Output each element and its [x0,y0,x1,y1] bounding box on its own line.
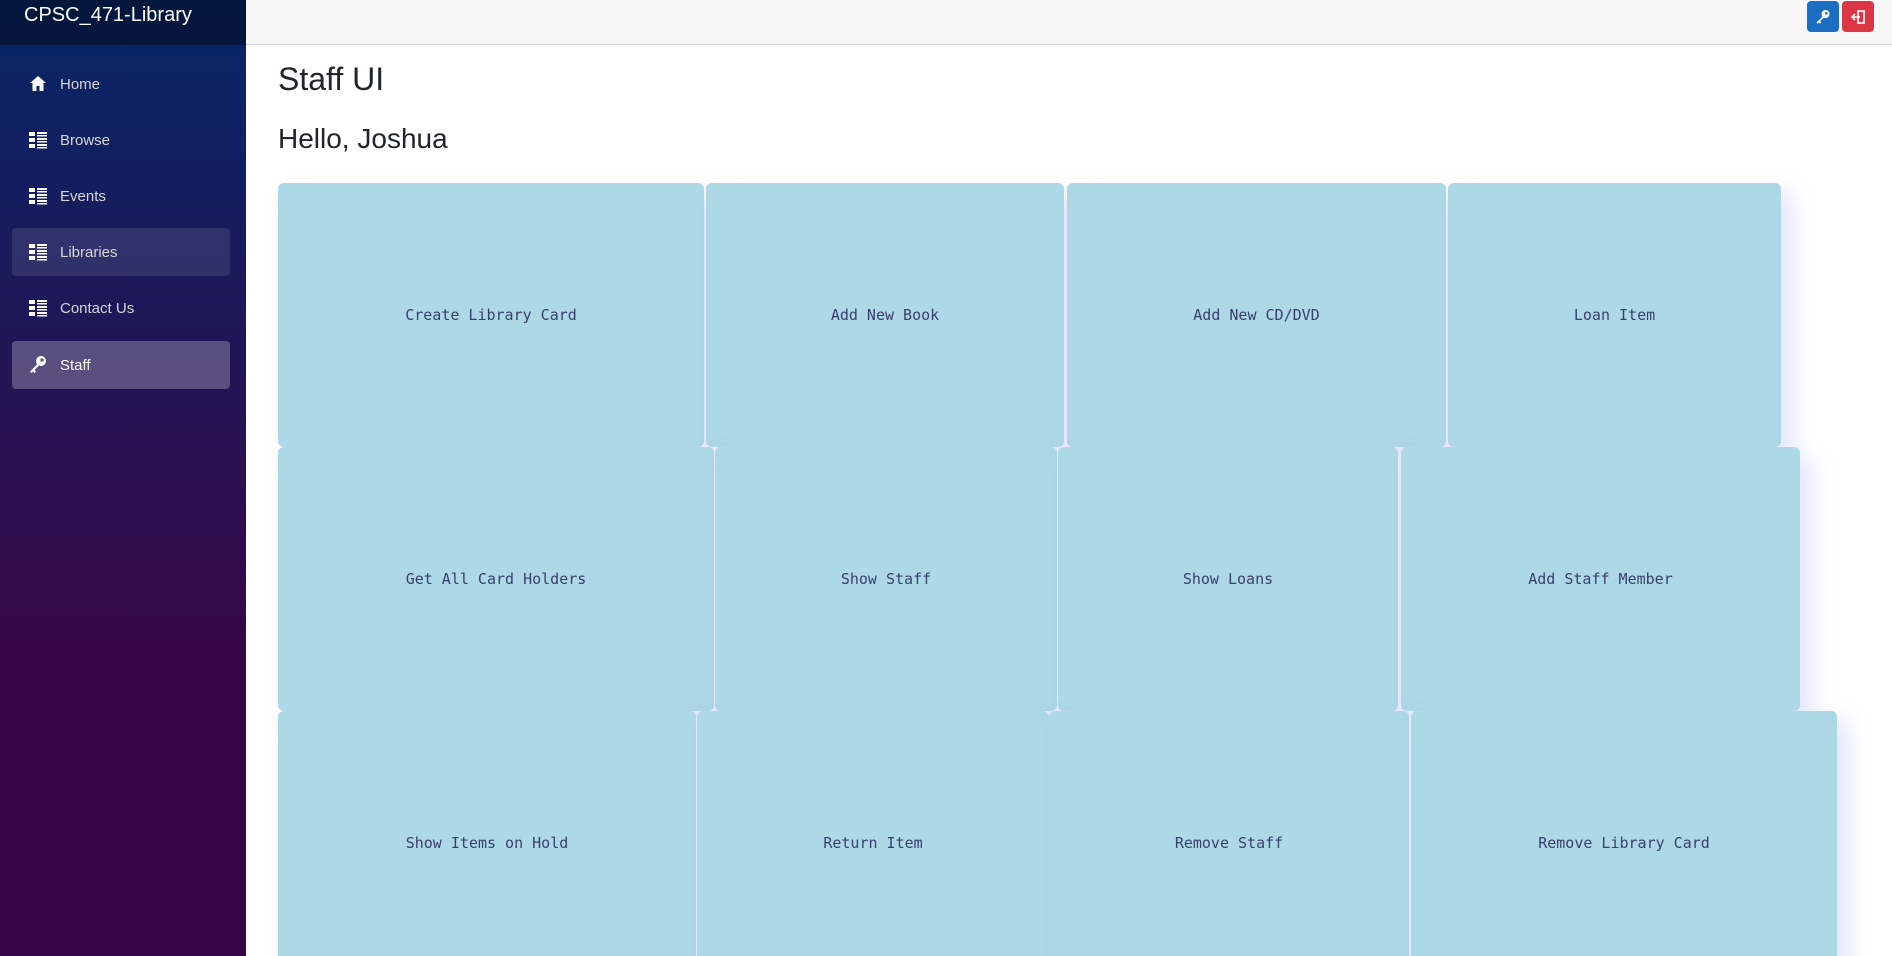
action-label: Remove Staff [1174,834,1284,852]
create-library-card-button[interactable]: Create Library Card [278,183,704,447]
add-new-book-button[interactable]: Add New Book [706,183,1064,447]
sidebar-item-libraries[interactable]: Libraries [12,228,230,276]
loan-item-button[interactable]: Loan Item [1448,183,1781,447]
action-label: Remove Library Card [1538,834,1710,852]
remove-library-card-button[interactable]: Remove Library Card [1411,711,1837,956]
top-bar [246,0,1892,45]
main-content: Staff UI Hello, Joshua Create Library Ca… [246,45,1892,956]
sidebar-item-label: Home [60,75,101,93]
list-icon [28,298,48,318]
logout-icon [1850,9,1866,25]
add-new-cd-dvd-button[interactable]: Add New CD/DVD [1067,183,1446,447]
show-staff-button[interactable]: Show Staff [715,447,1057,711]
action-label: Show Staff [840,570,932,588]
sidebar-item-label: Contact Us [60,299,135,317]
action-label: Show Loans [1182,570,1274,588]
list-icon [28,130,48,150]
sidebar-item-label: Browse [60,131,111,149]
show-items-on-hold-button[interactable]: Show Items on Hold [278,711,696,956]
page-title: Staff UI [278,61,385,97]
key-button[interactable] [1807,1,1839,32]
action-label: Add New Book [830,306,940,324]
sidebar-item-events[interactable]: Events [12,172,230,220]
list-icon [28,242,48,262]
remove-staff-button[interactable]: Remove Staff [1049,711,1409,956]
sidebar-item-staff[interactable]: Staff [12,341,230,389]
sidebar-item-home[interactable]: Home [12,60,230,108]
show-loans-button[interactable]: Show Loans [1058,447,1398,711]
action-label: Add New CD/DVD [1193,306,1320,324]
action-label: Add Staff Member [1528,570,1673,588]
brand-title[interactable]: CPSC_471-Library [24,4,192,27]
sidebar-item-label: Events [60,187,106,205]
sidebar-item-browse[interactable]: Browse [12,116,230,164]
action-label: Show Items on Hold [405,834,569,852]
list-icon [28,186,48,206]
sidebar-item-contact-us[interactable]: Contact Us [12,284,230,332]
home-icon [28,74,48,94]
key-icon [1815,9,1831,25]
brand-bar: CPSC_471-Library [0,0,246,45]
action-label: Create Library Card [405,306,577,324]
greeting: Hello, Joshua [278,123,448,154]
action-label: Loan Item [1573,306,1656,324]
sidebar: CPSC_471-Library Home Browse Events Libr… [0,0,246,956]
action-label: Get All Card Holders [405,570,587,588]
app-root: CPSC_471-Library Home Browse Events Libr… [0,0,1892,956]
logout-button[interactable] [1842,1,1874,32]
key-icon [28,355,48,375]
sidebar-item-label: Staff [60,356,91,374]
sidebar-item-label: Libraries [60,243,118,261]
action-label: Return Item [823,834,923,852]
add-staff-member-button[interactable]: Add Staff Member [1401,447,1800,711]
get-all-card-holders-button[interactable]: Get All Card Holders [278,447,714,711]
return-item-button[interactable]: Return Item [697,711,1049,956]
